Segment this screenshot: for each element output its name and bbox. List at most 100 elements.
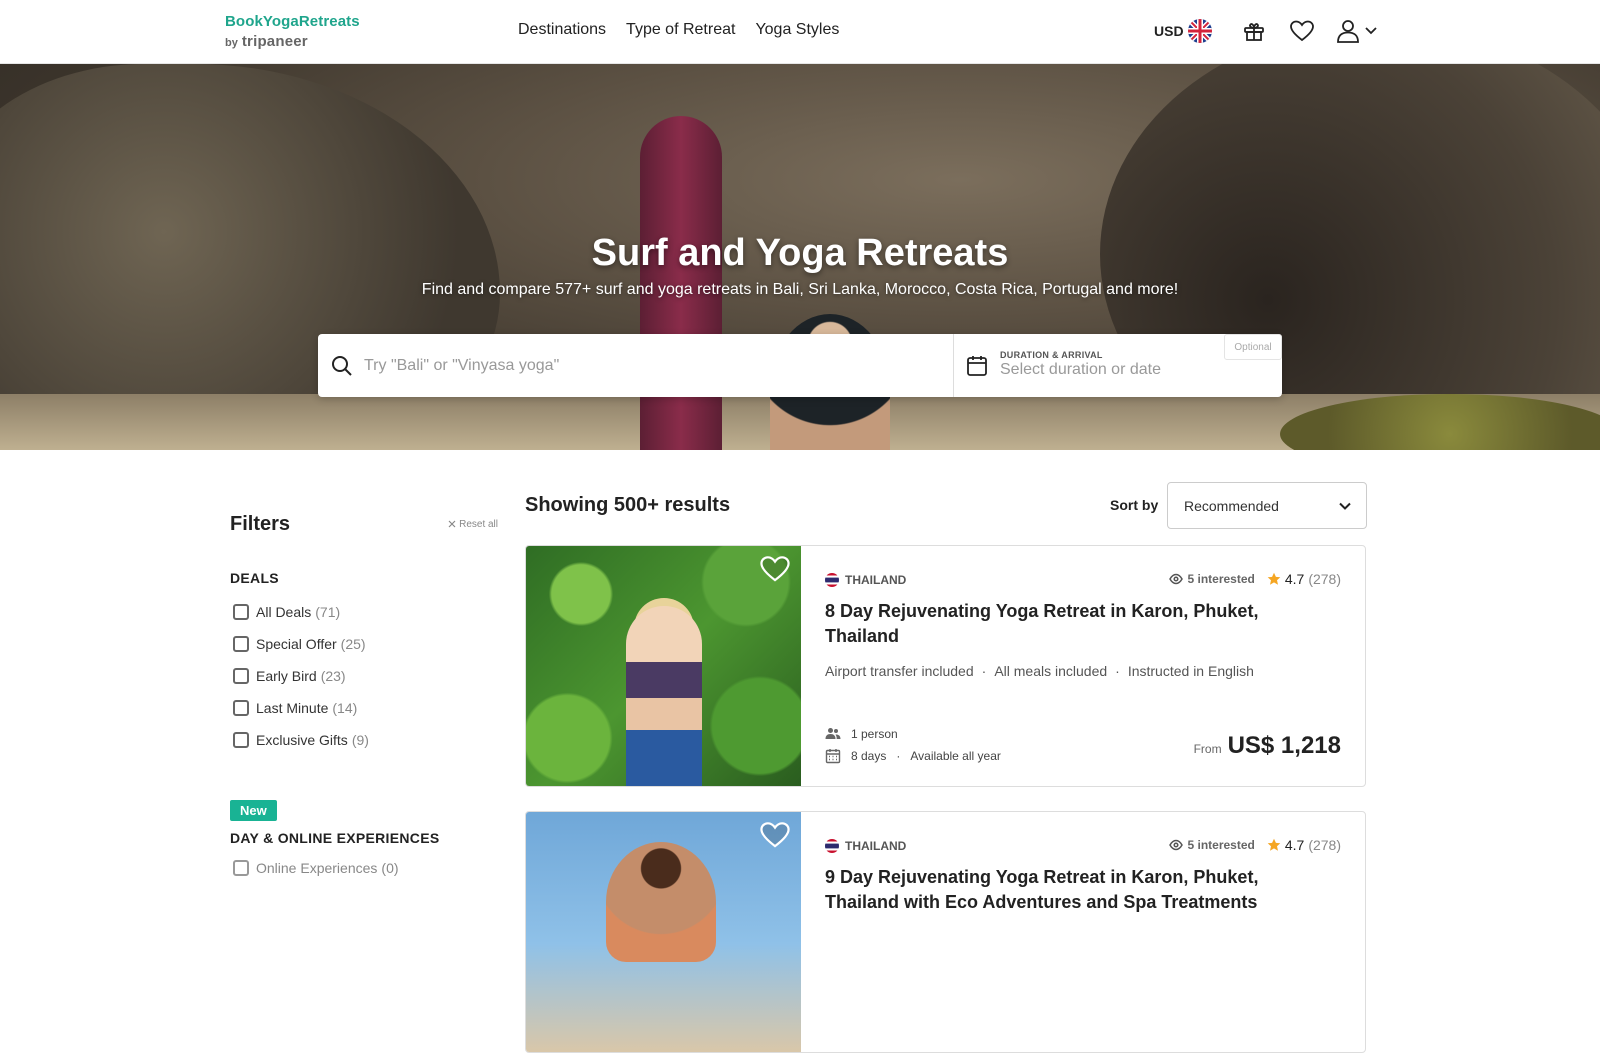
currency-selector[interactable]: USD <box>1154 19 1212 43</box>
country-label: THAILAND <box>825 573 906 587</box>
sort-value: Recommended <box>1184 497 1279 514</box>
calendar-icon <box>825 749 841 764</box>
card-body: THAILAND 5 interested 4.7 (278) 8 Day Re… <box>825 546 1341 786</box>
filters-title: Filters <box>230 512 291 535</box>
user-icon[interactable] <box>1336 17 1380 45</box>
feature-list: Airport transfer included · All meals in… <box>825 663 1254 679</box>
review-count: (278) <box>1308 837 1341 853</box>
feature-item: All meals included <box>994 663 1108 679</box>
filter-early-bird[interactable]: Early Bird (23) <box>230 660 498 692</box>
filter-label: Special Offer <box>256 636 337 652</box>
results-count: Showing 500+ results <box>525 494 731 516</box>
filter-count: (25) <box>340 636 366 652</box>
checkbox[interactable] <box>233 604 249 620</box>
optional-tag: Optional <box>1224 334 1282 360</box>
country-name: THAILAND <box>845 839 907 853</box>
page-title: Surf and Yoga Retreats <box>591 232 1009 274</box>
main-nav: Destinations Type of Retreat Yoga Styles <box>518 21 839 39</box>
eye-icon <box>1169 573 1184 585</box>
reset-all-button[interactable]: Reset all <box>448 519 498 530</box>
hero-banner: Surf and Yoga Retreats Find and compare … <box>0 64 1600 450</box>
people-icon <box>825 728 841 739</box>
filter-last-minute[interactable]: Last Minute (14) <box>230 692 498 724</box>
filter-label: Last Minute <box>256 700 329 716</box>
interested-label: 5 interested <box>1187 572 1255 586</box>
filter-count: (0) <box>381 860 399 876</box>
gift-icon[interactable] <box>1240 17 1268 45</box>
interested-count: 5 interested <box>1169 838 1255 852</box>
feature-item: Airport transfer included <box>825 663 974 679</box>
star-icon <box>1267 572 1281 585</box>
heart-icon[interactable] <box>759 554 791 589</box>
interested-label: 5 interested <box>1187 838 1255 852</box>
thai-flag-icon <box>825 573 839 587</box>
logo-brand: tripaneer <box>241 33 308 50</box>
duration-row: 8 days · Available all year <box>825 745 1001 767</box>
rating: 4.7 (278) <box>1267 837 1341 853</box>
header-actions: USD <box>1154 17 1380 45</box>
country-name: THAILAND <box>845 573 907 587</box>
heart-icon[interactable] <box>759 820 791 855</box>
search-input[interactable] <box>318 334 953 397</box>
checkbox[interactable] <box>233 732 249 748</box>
filter-exclusive-gifts[interactable]: Exclusive Gifts (9) <box>230 724 498 756</box>
retreat-card[interactable]: THAILAND 5 interested 4.7 (278) 9 Day Re… <box>525 811 1366 1053</box>
filter-special-offer[interactable]: Special Offer (25) <box>230 628 498 660</box>
card-body: THAILAND 5 interested 4.7 (278) 9 Day Re… <box>825 812 1341 1052</box>
thai-flag-icon <box>825 839 839 853</box>
retreat-title[interactable]: 8 Day Rejuvenating Yoga Retreat in Karon… <box>825 599 1295 649</box>
search-bar: DURATION & ARRIVAL Select duration or da… <box>318 334 1282 397</box>
rating-value: 4.7 <box>1284 837 1305 853</box>
deals-title: DEALS <box>230 570 279 586</box>
star-icon <box>1267 838 1281 851</box>
nav-yoga-styles[interactable]: Yoga Styles <box>755 21 839 39</box>
filter-label: Online Experiences <box>256 860 378 876</box>
price-amount: US$ 1,218 <box>1227 732 1341 759</box>
retreat-details: 1 person 8 days · Available all year <box>825 723 1001 767</box>
filter-all-deals[interactable]: All Deals (71) <box>230 596 498 628</box>
rating-value: 4.7 <box>1284 571 1305 587</box>
new-badge: New <box>230 800 277 821</box>
checkbox[interactable] <box>233 636 249 652</box>
nav-destinations[interactable]: Destinations <box>518 21 606 39</box>
site-header: BookYogaRetreats by tripaneer Destinatio… <box>0 0 1600 64</box>
duration-arrival-field[interactable]: DURATION & ARRIVAL Select duration or da… <box>954 334 1282 397</box>
filters-panel: Filters Reset all DEALS All Deals (71) S… <box>230 510 498 884</box>
eye-icon <box>1169 839 1184 851</box>
separator-dot: · <box>981 663 987 679</box>
experiences-title: DAY & ONLINE EXPERIENCES <box>230 830 440 846</box>
availability-label: Available all year <box>910 749 1001 763</box>
checkbox[interactable] <box>233 700 249 716</box>
image-figure <box>606 842 716 962</box>
people-row: 1 person <box>825 723 1001 745</box>
duration-placeholder: Select duration or date <box>1000 361 1161 378</box>
retreat-image[interactable] <box>526 812 801 1052</box>
duration-label: DURATION & ARRIVAL <box>1000 350 1103 360</box>
heart-icon[interactable] <box>1288 17 1316 45</box>
sort-label: Sort by <box>1110 497 1159 513</box>
review-count: (278) <box>1308 571 1341 587</box>
logo[interactable]: BookYogaRetreats by tripaneer <box>225 13 360 50</box>
currency-label: USD <box>1154 23 1184 39</box>
retreat-title[interactable]: 9 Day Rejuvenating Yoga Retreat in Karon… <box>825 865 1295 915</box>
search-icon <box>330 354 354 383</box>
sort-dropdown[interactable]: Recommended <box>1167 482 1367 529</box>
checkbox[interactable] <box>233 860 249 876</box>
separator-dot: · <box>1115 663 1120 679</box>
chevron-down-icon <box>1338 499 1352 516</box>
retreat-card[interactable]: THAILAND 5 interested 4.7 (278) 8 Day Re… <box>525 545 1366 787</box>
search-field[interactable] <box>318 334 954 397</box>
checkbox[interactable] <box>233 668 249 684</box>
retreat-image[interactable] <box>526 546 801 786</box>
calendar-icon <box>966 354 988 383</box>
filter-label: Early Bird <box>256 668 317 684</box>
interested-count: 5 interested <box>1169 572 1255 586</box>
filter-count: (9) <box>351 732 369 748</box>
price: From US$ 1,218 <box>1194 732 1341 760</box>
price-from-label: From <box>1193 742 1222 756</box>
people-label: 1 person <box>851 727 898 741</box>
nav-type-of-retreat[interactable]: Type of Retreat <box>626 21 735 39</box>
filter-count: (14) <box>332 700 358 716</box>
logo-main: BookYogaRetreats <box>225 13 360 30</box>
filter-online-experiences[interactable]: Online Experiences (0) <box>230 852 498 884</box>
